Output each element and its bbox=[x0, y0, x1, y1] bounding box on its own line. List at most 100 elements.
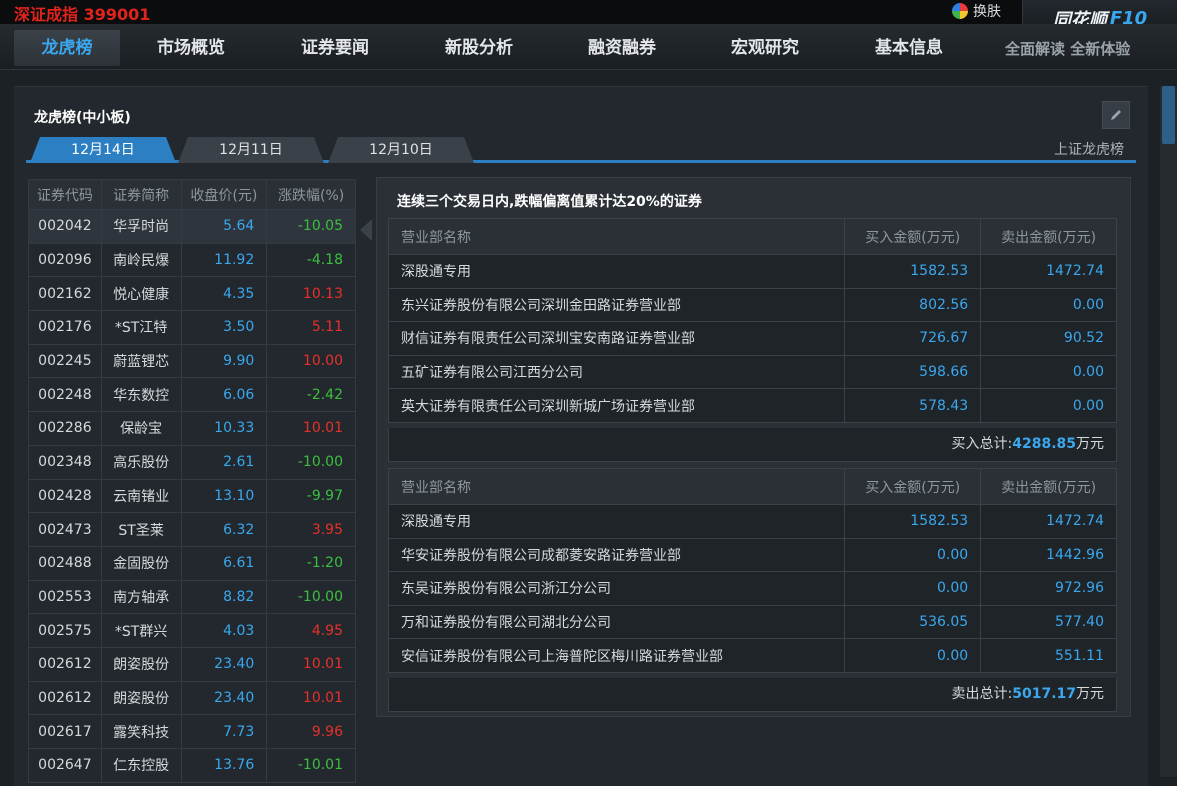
stock-change: 4.95 bbox=[266, 613, 356, 648]
stock-code: 002096 bbox=[28, 242, 102, 278]
stock-row[interactable]: 002096 南岭民爆 11.92 -4.18 bbox=[28, 242, 356, 278]
dept-buy-amount: 0.00 bbox=[844, 537, 982, 573]
col-change[interactable]: 涨跌幅(%) bbox=[266, 179, 356, 210]
dept-name[interactable]: 英大证券有限责任公司深圳新城广场证券营业部 bbox=[387, 388, 846, 423]
dept-sell-amount: 972.96 bbox=[980, 571, 1117, 606]
content-panel: 龙虎榜(中小板) 12月14日 12月11日 12月10日 上证龙虎榜 证券代码… bbox=[14, 86, 1148, 786]
dept-row: 东兴证券股份有限公司深圳金田路证券营业部 802.56 0.00 bbox=[387, 287, 1117, 323]
stock-price: 23.40 bbox=[180, 646, 268, 682]
dept-sell-amount: 577.40 bbox=[980, 604, 1117, 640]
col-sell-amount: 卖出金额(万元) bbox=[980, 468, 1117, 505]
tab-longhubang[interactable]: 龙虎榜 bbox=[14, 30, 120, 66]
tab-margin-trading[interactable]: 融资融券 bbox=[571, 30, 673, 66]
stock-price: 13.10 bbox=[180, 478, 268, 514]
col-name[interactable]: 证券简称 bbox=[100, 179, 182, 210]
tab-macro-research[interactable]: 宏观研究 bbox=[714, 30, 816, 66]
dept-name[interactable]: 五矿证券有限公司江西分公司 bbox=[387, 354, 846, 390]
stock-row[interactable]: 002647 仁东控股 13.76 -10.01 bbox=[28, 748, 356, 783]
stock-row[interactable]: 002162 悦心健康 4.35 10.13 bbox=[28, 276, 356, 312]
dept-name[interactable]: 财信证券有限责任公司深圳宝安南路证券营业部 bbox=[387, 321, 846, 356]
stock-row[interactable]: 002553 南方轴承 8.82 -10.00 bbox=[28, 579, 356, 615]
promo-link[interactable]: 全面解读 全新体验 bbox=[1005, 38, 1130, 59]
stock-code: 002612 bbox=[28, 646, 102, 682]
date-tabs: 12月14日 12月11日 12月10日 上证龙虎榜 bbox=[26, 135, 1136, 163]
stock-row[interactable]: 002245 蔚蓝锂芯 9.90 10.00 bbox=[28, 343, 356, 379]
dept-row: 财信证券有限责任公司深圳宝安南路证券营业部 726.67 90.52 bbox=[387, 321, 1117, 356]
stock-row[interactable]: 002348 高乐股份 2.61 -10.00 bbox=[28, 444, 356, 480]
stock-row[interactable]: 002612 朗姿股份 23.40 10.01 bbox=[28, 646, 356, 682]
stock-code: 002612 bbox=[28, 680, 102, 716]
buy-total: 买入总计:4288.85万元 bbox=[388, 428, 1117, 462]
stock-row[interactable]: 002575 *ST群兴 4.03 4.95 bbox=[28, 613, 356, 648]
dept-buy-amount: 598.66 bbox=[844, 354, 982, 390]
dept-name[interactable]: 安信证券股份有限公司上海普陀区梅川路证券营业部 bbox=[387, 638, 846, 673]
col-code[interactable]: 证券代码 bbox=[28, 179, 102, 210]
stock-change: 10.01 bbox=[266, 680, 356, 716]
tab-securities-news[interactable]: 证券要闻 bbox=[284, 30, 386, 66]
stock-row[interactable]: 002473 ST圣莱 6.32 3.95 bbox=[28, 512, 356, 547]
tab-ipo-analysis[interactable]: 新股分析 bbox=[428, 30, 530, 66]
dept-buy-amount: 536.05 bbox=[844, 604, 982, 640]
dept-name[interactable]: 东兴证券股份有限公司深圳金田路证券营业部 bbox=[387, 287, 846, 323]
stock-row[interactable]: 002286 保龄宝 10.33 10.01 bbox=[28, 411, 356, 446]
stock-price: 6.32 bbox=[180, 512, 268, 547]
date-tab-dec11[interactable]: 12月11日 bbox=[178, 137, 324, 163]
stock-change: -4.18 bbox=[266, 242, 356, 278]
sell-total-value: 5017.17 bbox=[1012, 686, 1076, 702]
stock-row[interactable]: 002042 华孚时尚 5.64 -10.05 bbox=[28, 209, 356, 244]
skin-label: 换肤 bbox=[973, 4, 1001, 20]
dept-name[interactable]: 东吴证券股份有限公司浙江分公司 bbox=[387, 571, 846, 606]
stock-code: 002553 bbox=[28, 579, 102, 615]
top-bar: 深证成指 399001 换肤 bbox=[0, 0, 1177, 24]
stock-row[interactable]: 002488 金固股份 6.61 -1.20 bbox=[28, 545, 356, 581]
stock-name: ST圣莱 bbox=[100, 512, 182, 547]
index-name: 深证成指 bbox=[14, 5, 79, 24]
stock-price: 10.33 bbox=[180, 411, 268, 446]
dept-name[interactable]: 深股通专用 bbox=[387, 504, 846, 539]
stock-code: 002647 bbox=[28, 748, 102, 783]
dept-buy-amount: 0.00 bbox=[844, 638, 982, 673]
stock-price: 11.92 bbox=[180, 242, 268, 278]
stock-name: 华孚时尚 bbox=[100, 209, 182, 244]
stock-row[interactable]: 002428 云南锗业 13.10 -9.97 bbox=[28, 478, 356, 514]
col-buy-amount: 买入金额(万元) bbox=[844, 218, 982, 255]
date-tab-dec10[interactable]: 12月10日 bbox=[328, 137, 474, 163]
buy-total-value: 4288.85 bbox=[1012, 436, 1076, 452]
stock-row[interactable]: 002612 朗姿股份 23.40 10.01 bbox=[28, 680, 356, 716]
stock-list: 证券代码 证券简称 收盘价(元) 涨跌幅(%) 002042 华孚时尚 5.64 -1… bbox=[28, 179, 356, 783]
stock-price: 6.06 bbox=[180, 377, 268, 413]
shanghai-longhubang-link[interactable]: 上证龙虎榜 bbox=[1054, 139, 1124, 159]
stock-name: 金固股份 bbox=[100, 545, 182, 581]
scroll-thumb[interactable] bbox=[1162, 86, 1175, 144]
dept-sell-amount: 1442.96 bbox=[980, 537, 1117, 573]
col-dept-name: 营业部名称 bbox=[387, 468, 846, 505]
buy-table-header: 营业部名称 买入金额(万元) 卖出金额(万元) bbox=[387, 218, 1117, 255]
skin-button[interactable]: 换肤 bbox=[952, 1, 1001, 21]
index-ticker[interactable]: 深证成指 399001 bbox=[14, 1, 150, 25]
col-price[interactable]: 收盘价(元) bbox=[180, 179, 268, 210]
stock-name: 仁东控股 bbox=[100, 748, 182, 783]
stock-row[interactable]: 002176 *ST江特 3.50 5.11 bbox=[28, 310, 356, 345]
dept-row: 万和证券股份有限公司湖北分公司 536.05 577.40 bbox=[387, 604, 1117, 640]
dept-name[interactable]: 深股通专用 bbox=[387, 254, 846, 289]
stock-code: 002248 bbox=[28, 377, 102, 413]
sell-dept-table: 营业部名称 买入金额(万元) 卖出金额(万元) 深股通专用 1582.53 1472… bbox=[387, 468, 1117, 673]
stock-name: 南岭民爆 bbox=[100, 242, 182, 278]
date-tab-dec14[interactable]: 12月14日 bbox=[30, 137, 176, 163]
dept-buy-amount: 0.00 bbox=[844, 571, 982, 606]
dept-row: 深股通专用 1582.53 1472.74 bbox=[387, 254, 1117, 289]
dept-name[interactable]: 万和证券股份有限公司湖北分公司 bbox=[387, 604, 846, 640]
tab-market-overview[interactable]: 市场概览 bbox=[140, 30, 242, 66]
sell-table-header: 营业部名称 买入金额(万元) 卖出金额(万元) bbox=[387, 468, 1117, 505]
sell-total: 卖出总计:5017.17万元 bbox=[388, 678, 1117, 712]
tab-basic-info[interactable]: 基本信息 bbox=[858, 30, 960, 66]
stock-row[interactable]: 002617 露笑科技 7.73 9.96 bbox=[28, 714, 356, 749]
stock-price: 23.40 bbox=[180, 680, 268, 716]
edit-button[interactable] bbox=[1102, 101, 1130, 129]
scrollbar[interactable] bbox=[1160, 86, 1177, 777]
dept-name[interactable]: 华安证券股份有限公司成都菱安路证券营业部 bbox=[387, 537, 846, 573]
stock-price: 3.50 bbox=[180, 310, 268, 345]
buy-total-label: 买入总计: bbox=[951, 436, 1013, 452]
stock-row[interactable]: 002248 华东数控 6.06 -2.42 bbox=[28, 377, 356, 413]
stock-price: 2.61 bbox=[180, 444, 268, 480]
